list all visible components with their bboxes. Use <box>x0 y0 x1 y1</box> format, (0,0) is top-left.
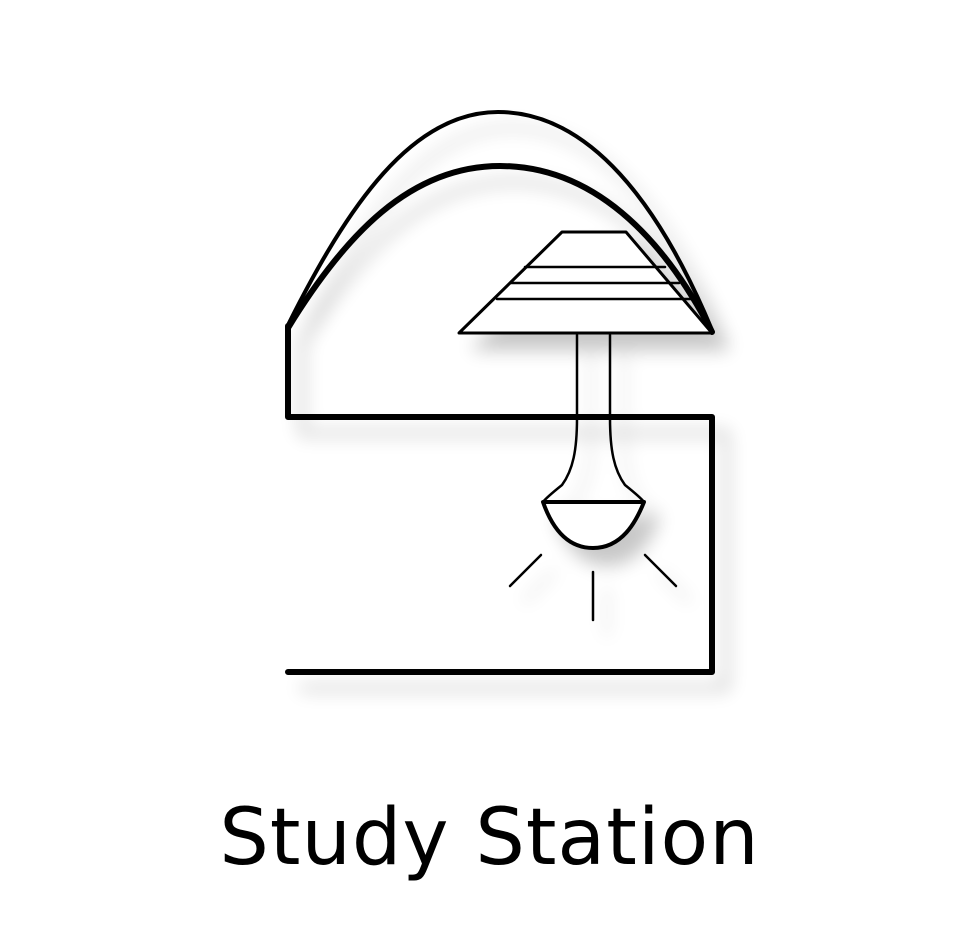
light-ray-left <box>508 553 543 588</box>
logo-mark <box>0 0 979 760</box>
desk-outline <box>285 323 715 675</box>
lamp-bulb <box>541 500 646 550</box>
brand-name: Study Station <box>219 793 760 883</box>
light-ray-right <box>643 553 678 588</box>
desk-lamp-icon <box>285 110 715 675</box>
